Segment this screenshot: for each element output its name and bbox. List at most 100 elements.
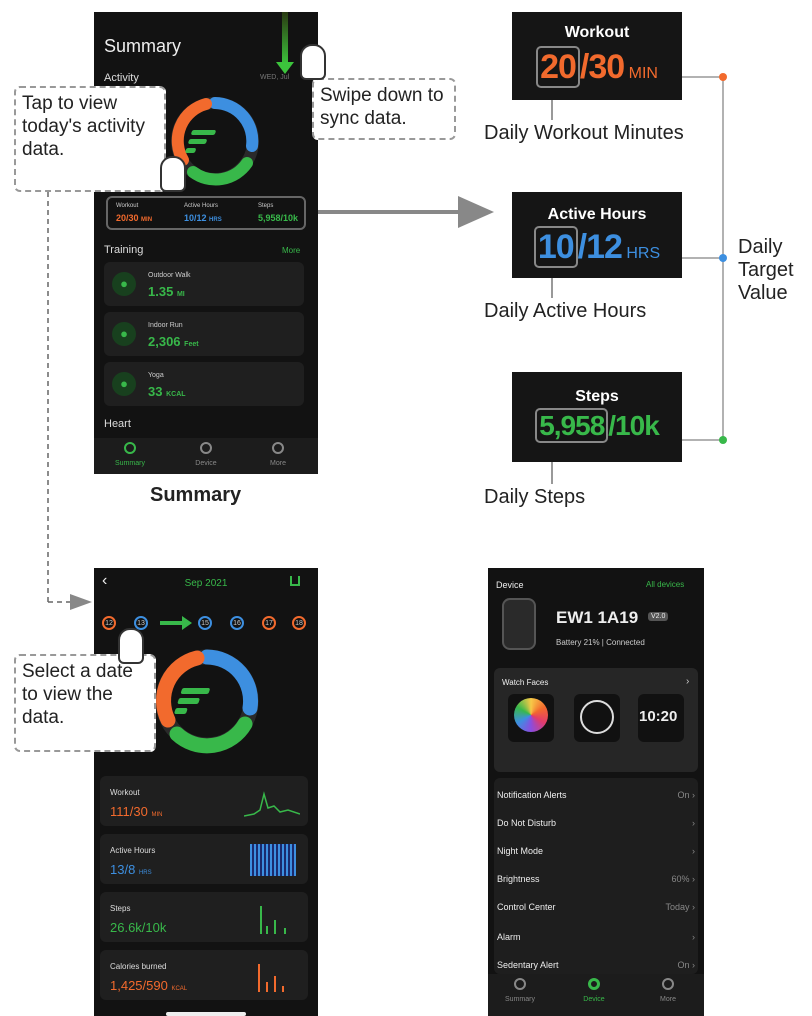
setting-value-text: On [677, 960, 690, 970]
active-title: Active Hours [547, 206, 647, 223]
setting-sedentary-alert[interactable]: Sedentary Alert On › [488, 960, 704, 970]
chevron-right-icon: › [692, 846, 695, 856]
training-unit: KCAL [166, 391, 186, 398]
date-circle[interactable]: 15 [198, 616, 212, 630]
tab-summary-icon[interactable] [124, 442, 136, 454]
training-number: 2,306 [148, 334, 181, 349]
stat-workout-unit: MIN [141, 217, 153, 223]
stat-workout-value: 20/30 MIN [116, 213, 152, 223]
card-label: Calories burned [110, 962, 167, 971]
setting-value: On › [677, 790, 695, 800]
target-label: Daily Target Value [738, 236, 794, 304]
tab-device[interactable]: Device [186, 460, 226, 467]
card-value: 26.6k/10k [110, 920, 167, 935]
setting-do-not-disturb[interactable]: Do Not Disturb › [488, 818, 704, 828]
hand-icon [300, 44, 326, 80]
card-label: Active Hours [110, 846, 156, 855]
tab-device[interactable]: Device [574, 996, 614, 1003]
section-activity: Activity [104, 72, 139, 84]
steps-sparkline [260, 906, 286, 934]
tab-more-icon[interactable] [662, 978, 674, 990]
calories-sparkline [258, 964, 284, 992]
workout-card[interactable]: Workout 111/30 MIN [100, 776, 308, 826]
training-number: 1.35 [148, 284, 174, 299]
card-value: 13/8 HRS [110, 862, 152, 877]
chevron-right-icon: › [686, 676, 690, 687]
steps-callout: Steps 5,958/10k [512, 372, 682, 462]
card-number: 1,425/590 [110, 978, 168, 993]
tab-more[interactable]: More [258, 460, 298, 467]
steps-card[interactable]: Steps 26.6k/10k [100, 892, 308, 942]
walk-icon: ● [112, 272, 136, 296]
face-photos[interactable] [508, 694, 554, 742]
calories-card[interactable]: Calories burned 1,425/590 KCAL [100, 950, 308, 1000]
device-name: EW1 1A19 [556, 608, 639, 627]
face-big-numbers[interactable]: 10:20 [638, 694, 684, 742]
clock-icon [580, 700, 614, 734]
watch-image [502, 598, 536, 650]
date-circle[interactable]: 12 [102, 616, 116, 630]
stat-workout-number: 20/30 [116, 213, 139, 223]
setting-label: Night Mode [497, 846, 544, 856]
stat-active-unit: HRS [209, 217, 222, 223]
yoga-icon: ● [112, 372, 136, 396]
setting-notification-alerts[interactable]: Notification Alerts On › [488, 790, 704, 800]
tab-summary[interactable]: Summary [500, 996, 540, 1003]
date-label: WED, Jul [260, 74, 290, 81]
training-card-walk[interactable]: ● Outdoor Walk 1.35 MI [104, 262, 304, 306]
training-value: 1.35 MI [148, 284, 185, 299]
workout-target: /30 [579, 48, 625, 86]
today-stats-box[interactable]: Workout 20/30 MIN Active Hours 10/12 HRS… [106, 196, 306, 230]
all-devices-link[interactable]: All devices [646, 580, 684, 589]
active-hours-card[interactable]: Active Hours 13/8 HRS [100, 834, 308, 884]
setting-label: Alarm [497, 932, 521, 942]
section-heart: Heart [104, 418, 131, 430]
watch-faces-card[interactable]: Watch Faces › 10:20 [494, 668, 698, 772]
date-circle[interactable]: 17 [262, 616, 276, 630]
training-value: 33 KCAL [148, 384, 186, 399]
active-hours-callout: Active Hours 10/12 HRS [512, 192, 682, 278]
tab-device-icon[interactable] [200, 442, 212, 454]
card-number: 111/30 [110, 804, 148, 819]
device-screen: Device All devices EW1 1A19 V2.0 Battery… [488, 568, 704, 1016]
big-number-time: 10:20 [639, 708, 678, 725]
training-more-link[interactable]: More [282, 246, 300, 255]
tab-device-icon[interactable] [588, 978, 600, 990]
setting-label: Control Center [497, 902, 556, 912]
workout-title: Workout [564, 24, 630, 41]
tab-summary-icon[interactable] [514, 978, 526, 990]
setting-value: Today › [665, 902, 695, 912]
setting-value-text: Today [665, 902, 690, 912]
share-icon[interactable] [290, 576, 300, 586]
training-name: Outdoor Walk [148, 272, 191, 279]
date-circle[interactable]: 18 [292, 616, 306, 630]
date-circle[interactable]: 16 [230, 616, 244, 630]
active-unit: HRS [626, 245, 661, 262]
steps-title: Steps [575, 388, 619, 405]
setting-control-center[interactable]: Control Center Today › [488, 902, 704, 912]
setting-night-mode[interactable]: Night Mode › [488, 846, 704, 856]
tab-summary[interactable]: Summary [110, 460, 150, 467]
setting-alarm[interactable]: Alarm › [488, 932, 704, 942]
run-icon: ● [112, 322, 136, 346]
hand-icon [160, 156, 186, 192]
setting-label: Brightness [497, 874, 540, 884]
setting-brightness[interactable]: Brightness 60% › [488, 874, 704, 884]
tab-more[interactable]: More [648, 996, 688, 1003]
workout-unit: MIN [628, 65, 658, 82]
steps-current: 5,958 [535, 408, 609, 443]
tab-more-icon[interactable] [272, 442, 284, 454]
sync-arrow-icon [282, 12, 288, 64]
steps-target: /10k [608, 410, 659, 441]
version-badge: V2.0 [648, 612, 669, 621]
workout-caption: Daily Workout Minutes [484, 122, 684, 144]
stat-steps-value: 5,958/10k [258, 213, 299, 223]
training-card-yoga[interactable]: ● Yoga 33 KCAL [104, 362, 304, 406]
workout-value: 20/30 MIN [512, 46, 682, 88]
face-classic[interactable] [574, 694, 620, 742]
swipe-annotation: Swipe down to sync data. [312, 78, 456, 140]
card-unit: MIN [151, 812, 163, 818]
section-training: Training [104, 244, 144, 256]
stat-workout-label: Workout [116, 203, 139, 209]
training-card-run[interactable]: ● Indoor Run 2,306 Feet [104, 312, 304, 356]
